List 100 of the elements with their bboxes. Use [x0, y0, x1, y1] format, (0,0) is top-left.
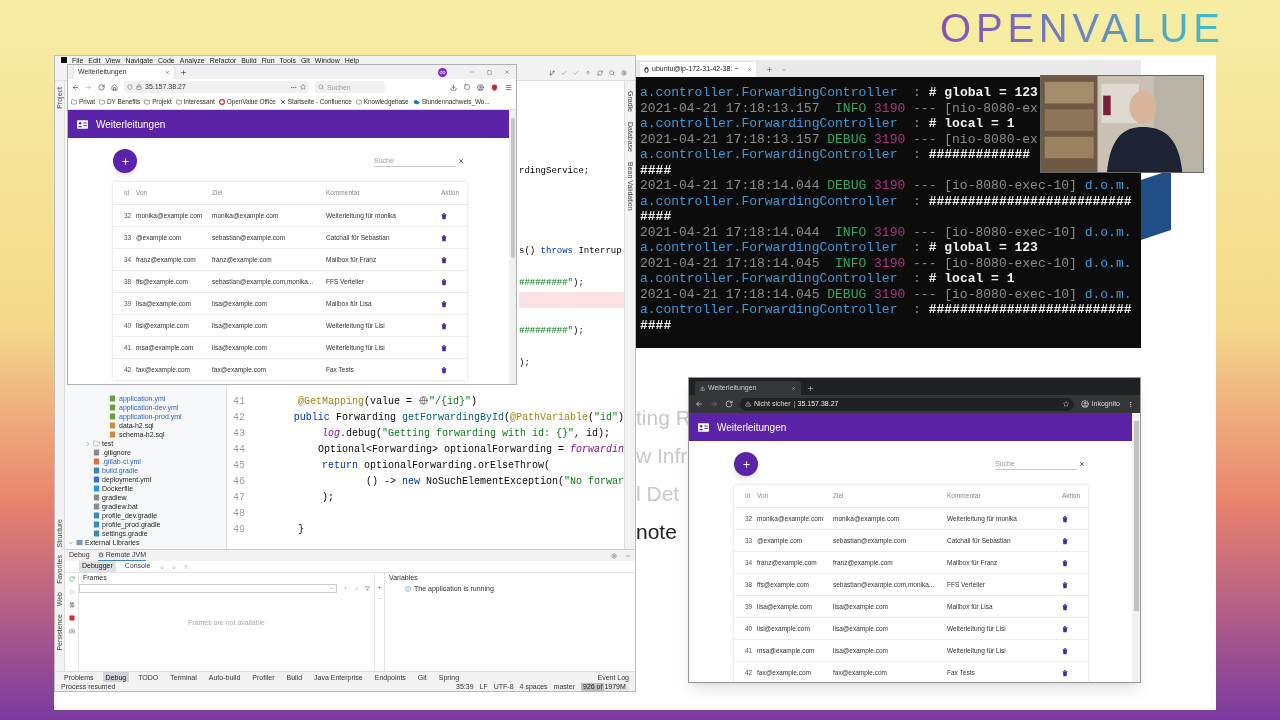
trash-icon[interactable]	[1062, 646, 1068, 655]
trash-icon[interactable]	[1062, 624, 1068, 633]
trash-icon[interactable]	[441, 255, 447, 264]
terminal-line: ####	[640, 162, 673, 178]
line-number: 46	[232, 474, 246, 489]
terminal-line: a.controller.ForwardingController : ##########################	[640, 193, 1133, 209]
new-tab-icon[interactable]	[180, 68, 187, 76]
trash-icon[interactable]	[441, 233, 447, 242]
search-icon[interactable]	[609, 69, 615, 76]
back-icon[interactable]	[695, 400, 703, 408]
trash-icon[interactable]	[1062, 668, 1068, 677]
add-icon[interactable]	[377, 585, 382, 590]
filter-icon[interactable]	[365, 586, 370, 591]
download-icon[interactable]	[450, 83, 457, 91]
bookmark-star-icon[interactable]	[300, 84, 306, 90]
code-line: rdingService;	[519, 165, 590, 179]
trash-icon[interactable]	[441, 277, 447, 286]
terminal-line: a.controller.ForwardingController : # local = 1	[640, 271, 1016, 287]
close-icon[interactable]	[165, 69, 170, 75]
clear-icon[interactable]	[458, 158, 464, 164]
shield-icon	[127, 84, 133, 90]
info-icon	[405, 586, 411, 593]
git-icon[interactable]	[549, 69, 555, 76]
back-icon[interactable]	[72, 83, 79, 91]
code-line: log.debug("Getting forwarding with id: {}", id);	[321, 426, 611, 441]
line-number: 47	[232, 490, 246, 505]
trash-icon[interactable]	[1062, 580, 1068, 589]
folder-icon	[71, 99, 77, 105]
trash-icon[interactable]	[441, 343, 447, 352]
push-icon[interactable]	[585, 69, 591, 76]
trash-icon[interactable]	[1062, 514, 1068, 523]
stop-icon[interactable]	[68, 615, 75, 621]
settings-icon[interactable]	[621, 69, 627, 76]
code-line: Optional<Forwarding> optionalForwarding = forwardin	[316, 442, 624, 457]
camera-icon[interactable]	[68, 628, 75, 634]
reload-icon[interactable]	[98, 83, 105, 91]
line-number: 44	[232, 442, 246, 457]
extension-icon[interactable]	[438, 67, 447, 77]
trash-icon[interactable]	[1062, 602, 1068, 611]
trash-icon[interactable]	[1062, 558, 1068, 567]
terminal-line: a.controller.ForwardingController : # global = 123	[640, 85, 1039, 101]
cloud-icon	[412, 99, 420, 105]
app-logo-icon	[61, 57, 67, 63]
maximize-icon[interactable]	[487, 69, 492, 75]
trash-icon[interactable]	[441, 211, 447, 220]
code-line: s() throws Interrup	[519, 245, 622, 259]
terminal-line: 2021-04-21 17:18:14.045 DEBUG 3190 --- [io-8080-exec-10] d.o.m.	[640, 286, 1133, 302]
caret-icon	[329, 586, 335, 591]
terminal-line: a.controller.ForwardingController : #############	[640, 147, 1032, 163]
code-line: );	[321, 490, 334, 505]
home-icon[interactable]	[111, 83, 118, 91]
close-icon[interactable]	[504, 69, 510, 75]
menu-icon[interactable]	[505, 83, 512, 91]
folder-icon	[144, 99, 151, 105]
terminal-line: 2021-04-21 17:18:13.157 INFO 3190 --- [nio-8080-ex	[640, 100, 1039, 116]
contact-card-icon	[698, 422, 709, 432]
rerun-icon[interactable]	[68, 576, 75, 582]
library-icon	[76, 539, 83, 546]
trash-icon[interactable]	[441, 299, 447, 308]
extension-icon[interactable]	[491, 83, 498, 91]
app-title: Weiterleitungen	[96, 117, 166, 132]
add-button[interactable]	[113, 149, 137, 173]
trash-icon[interactable]	[1062, 536, 1068, 545]
code-line: () -> new NoSuchElementException("No forwar	[364, 474, 624, 489]
app-title: Weiterleitungen	[717, 420, 787, 435]
account-icon[interactable]	[477, 83, 484, 91]
dropdown-icon[interactable]	[781, 67, 787, 73]
code-line: }	[298, 522, 304, 537]
web-icon	[419, 395, 429, 405]
clear-icon[interactable]	[1079, 461, 1085, 467]
add-button[interactable]	[734, 452, 758, 476]
new-tab-icon[interactable]	[807, 385, 814, 392]
pause-icon[interactable]	[68, 602, 75, 608]
penguin-icon	[644, 66, 649, 73]
terminal-line: 2021-04-21 17:18:14.044 DEBUG 3190 --- [io-8080-exec-10] d.o.m.	[640, 178, 1133, 194]
line-number: 41	[232, 394, 246, 409]
terminal-line: a.controller.ForwardingController : # global = 123	[640, 240, 1039, 256]
trash-icon[interactable]	[441, 365, 447, 374]
sidebar-icon[interactable]	[464, 84, 470, 90]
code-line: #########");	[519, 325, 584, 339]
history-icon[interactable]	[597, 69, 603, 76]
settings-icon[interactable]	[611, 552, 617, 559]
line-number: 48	[232, 506, 246, 521]
line-number: 43	[232, 426, 246, 441]
chevron-icon[interactable]	[85, 440, 91, 447]
close-icon[interactable]	[747, 67, 752, 72]
site-icon	[700, 385, 705, 391]
plus-icon	[120, 156, 130, 166]
new-tab-icon[interactable]	[766, 66, 773, 73]
code-line: public Forwarding getForwardingById(@PathVariable("id")	[293, 410, 624, 425]
code-line: #########");	[519, 277, 584, 291]
folder-icon	[355, 99, 362, 105]
terminal-line: a.controller.ForwardingController : ##########################	[640, 302, 1133, 318]
line-number: 42	[232, 410, 246, 425]
slide-text: note	[636, 519, 678, 545]
forward-icon[interactable]	[710, 400, 718, 408]
search-icon	[318, 84, 324, 90]
trash-icon[interactable]	[441, 321, 447, 330]
terminal-line: 2021-04-21 17:18:13.157 DEBUG 3190 --- [nio-8080-ex	[640, 131, 1039, 147]
terminal-line: 2021-04-21 17:18:14.045 INFO 3190 --- [io-8080-exec-10] d.o.m.	[640, 255, 1133, 271]
